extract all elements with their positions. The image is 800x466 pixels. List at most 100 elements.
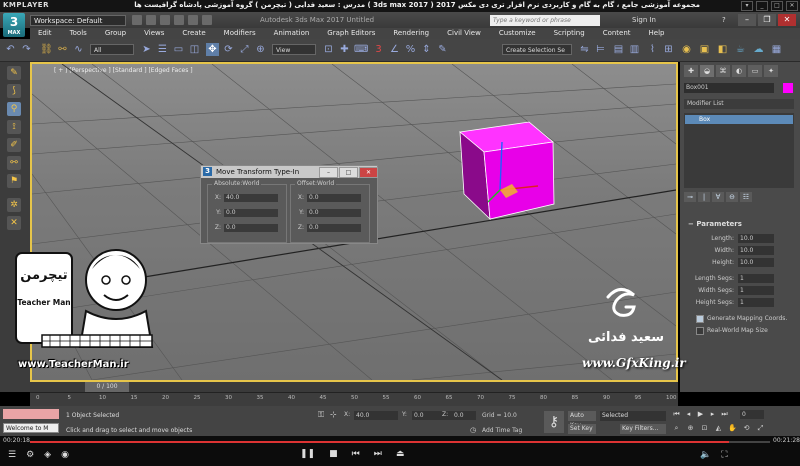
player-vr-icon[interactable]: ◉: [61, 450, 69, 460]
player-3d-icon[interactable]: ◈: [44, 450, 51, 460]
workspace-dropdown[interactable]: Workspace: Default: [30, 15, 126, 26]
key-selection-dropdown[interactable]: Selected: [600, 411, 666, 421]
absolute-x-input[interactable]: 40.0: [224, 193, 278, 202]
sign-in-button[interactable]: Sign In: [632, 16, 656, 24]
keyboard-shortcut-icon[interactable]: ⌨: [354, 43, 368, 56]
align-icon[interactable]: ⊨: [594, 43, 607, 56]
xview-tool-icon[interactable]: ✕: [7, 216, 21, 230]
next-frame-icon[interactable]: ▸: [708, 410, 717, 419]
rectangle-selection-icon[interactable]: ▭: [172, 43, 185, 56]
dialog-minimize-icon[interactable]: –: [319, 167, 338, 178]
player-fullscreen-icon[interactable]: ⛶: [721, 450, 727, 460]
x-coord-input[interactable]: 40.0: [354, 411, 398, 420]
rendered-frame-window-icon[interactable]: ◧: [716, 43, 729, 56]
player-stop-icon[interactable]: ■: [329, 449, 338, 459]
shape-tool-icon[interactable]: ✐: [7, 138, 21, 152]
configure-sets-icon[interactable]: ☷: [740, 192, 752, 202]
close-icon[interactable]: ✕: [778, 14, 796, 26]
paint-selection-icon[interactable]: ⚲: [7, 102, 21, 116]
generate-mapping-checkbox[interactable]: Generate Mapping Coords.: [696, 314, 787, 324]
current-frame-input[interactable]: 0: [740, 410, 764, 419]
project-folder-icon[interactable]: [202, 15, 212, 25]
absolute-z-input[interactable]: 0.0: [224, 223, 278, 232]
real-world-checkbox[interactable]: Real-World Map Size: [696, 326, 768, 336]
offset-z-input[interactable]: 0.0: [307, 223, 361, 232]
player-volume-icon[interactable]: 🔈: [700, 450, 711, 460]
menu-modifiers[interactable]: Modifiers: [216, 28, 266, 39]
dialog-close-icon[interactable]: ✕: [359, 167, 378, 178]
menu-help[interactable]: Help: [641, 28, 675, 39]
player-minimize-icon[interactable]: _: [756, 1, 768, 11]
object-name-input[interactable]: Box001: [684, 83, 774, 93]
go-to-end-icon[interactable]: ⏭: [720, 410, 729, 419]
display-tab-icon[interactable]: ▭: [748, 65, 762, 77]
maxscript-listener-input[interactable]: Welcome to M: [3, 423, 59, 433]
player-eject-icon[interactable]: ⏏: [396, 449, 405, 459]
player-seek-bar[interactable]: [30, 441, 770, 443]
menu-graph-editors[interactable]: Graph Editors: [319, 28, 385, 39]
reference-coordinate-dropdown[interactable]: View: [272, 44, 316, 55]
select-and-scale-icon[interactable]: ⤢: [238, 43, 251, 56]
minimize-icon[interactable]: –: [738, 14, 756, 26]
angle-snap-icon[interactable]: ∠: [388, 43, 401, 56]
link-icon[interactable]: ⛓: [40, 43, 53, 56]
new-file-icon[interactable]: [132, 15, 142, 25]
absolute-y-input[interactable]: 0.0: [224, 208, 278, 217]
window-crossing-icon[interactable]: ◫: [188, 43, 201, 56]
manipulate-icon[interactable]: ✚: [338, 43, 351, 56]
parameters-title[interactable]: − Parameters: [688, 220, 742, 228]
render-setup-icon[interactable]: ▣: [698, 43, 711, 56]
z-coord-input[interactable]: 0.0: [452, 411, 476, 420]
set-keys-icon[interactable]: ⚷: [544, 411, 564, 433]
help-icon[interactable]: ?: [722, 16, 726, 24]
offset-y-input[interactable]: 0.0: [307, 208, 361, 217]
menu-create[interactable]: Create: [174, 28, 215, 39]
curve-tool-icon[interactable]: ⚯: [7, 156, 21, 170]
player-pause-icon[interactable]: ❚❚: [300, 449, 315, 459]
player-menu-icon[interactable]: ▾: [741, 1, 753, 11]
edit-named-selection-icon[interactable]: ✎: [436, 43, 449, 56]
render-production-icon[interactable]: ☕: [734, 43, 747, 56]
undo-icon[interactable]: [174, 15, 184, 25]
show-end-result-icon[interactable]: |: [698, 192, 710, 202]
utilities-tab-icon[interactable]: ✦: [764, 65, 778, 77]
scene-explorer-icon[interactable]: ▤: [612, 43, 625, 56]
previous-frame-icon[interactable]: ◂: [684, 410, 693, 419]
orbit-icon[interactable]: ⟲: [742, 424, 751, 433]
player-previous-icon[interactable]: ⏮: [352, 449, 360, 459]
maxscript-listener-output[interactable]: [3, 409, 59, 419]
player-close-icon[interactable]: ✕: [786, 1, 798, 11]
add-time-tag-button[interactable]: Add Time Tag: [482, 427, 522, 434]
menu-animation[interactable]: Animation: [266, 28, 320, 39]
track-bar[interactable]: 0 5 10 15 20 25 30 35 40 45 50 55 60 65 70 75 80 85 90 95 10…: [30, 392, 678, 407]
field-of-view-icon[interactable]: ◭: [714, 424, 723, 433]
render-in-cloud-icon[interactable]: ☁: [752, 43, 765, 56]
width-segs-input[interactable]: 1: [738, 286, 774, 295]
menu-scripting[interactable]: Scripting: [546, 28, 595, 39]
app-logo-button[interactable]: 3 MAX: [3, 13, 25, 37]
lasso-tool-icon[interactable]: ✎: [7, 66, 21, 80]
modifier-list-dropdown[interactable]: Modifier List: [684, 99, 794, 109]
selection-filter-dropdown[interactable]: All: [90, 44, 134, 55]
lock-selection-icon[interactable]: ⚿: [318, 410, 324, 420]
menu-tools[interactable]: Tools: [62, 28, 97, 39]
select-and-rotate-icon[interactable]: ⟳: [222, 43, 235, 56]
length-segs-input[interactable]: 1: [738, 274, 774, 283]
pin-tool-icon[interactable]: ⚑: [7, 174, 21, 188]
percent-snap-icon[interactable]: %: [404, 43, 417, 56]
spinner-snap-icon[interactable]: ⇕: [420, 43, 433, 56]
motion-tab-icon[interactable]: ◐: [732, 65, 746, 77]
play-icon[interactable]: ▶: [696, 410, 705, 419]
pin-stack-icon[interactable]: ⊸: [684, 192, 696, 202]
maximize-viewport-icon[interactable]: ⤢: [756, 424, 765, 433]
material-editor-icon[interactable]: ◉: [680, 43, 693, 56]
bind-spacewarp-icon[interactable]: ∿: [72, 43, 85, 56]
select-object-icon[interactable]: ➤: [140, 43, 153, 56]
pan-icon[interactable]: ✋: [728, 424, 737, 433]
player-playlist-icon[interactable]: ☰: [8, 450, 16, 460]
offset-x-input[interactable]: 0.0: [307, 193, 361, 202]
mirror-icon[interactable]: ⇋: [578, 43, 591, 56]
stack-item-box[interactable]: Box: [685, 115, 793, 124]
go-to-start-icon[interactable]: ⏮: [672, 410, 681, 419]
object-color-swatch[interactable]: [783, 83, 793, 93]
